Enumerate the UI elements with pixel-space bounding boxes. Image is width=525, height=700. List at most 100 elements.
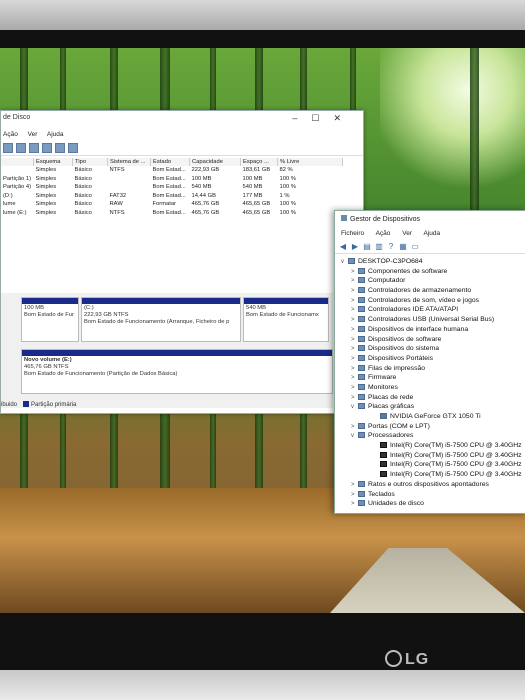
col-layout[interactable]: Esquema (33, 158, 73, 166)
properties-icon[interactable]: ▦ (399, 242, 407, 251)
view-icon[interactable]: ▤ (363, 242, 371, 251)
tree-label: Teclados (368, 490, 395, 498)
col-filesystem[interactable]: Sistema de ... (107, 158, 151, 166)
ide-icon (358, 306, 365, 313)
col-free-space[interactable]: Espaço ... (240, 158, 278, 166)
col-volume[interactable] (1, 158, 34, 166)
port-icon (358, 422, 365, 429)
mouse-icon (358, 480, 365, 487)
tree-label: Componentes de software (368, 267, 448, 275)
list-icon[interactable]: ▥ (375, 242, 383, 251)
refresh-icon[interactable] (55, 143, 65, 153)
tree-device[interactable]: NVIDIA GeForce GTX 1050 Ti (335, 412, 525, 422)
back-icon[interactable] (3, 143, 13, 153)
hid-icon (358, 325, 365, 332)
tree-category[interactable]: > Controladores de som, vídeo e jogos (335, 296, 525, 306)
tree-category[interactable]: > Placas de rede (335, 393, 525, 403)
menu-ajuda[interactable]: Ajuda (423, 230, 440, 237)
cell: 100 % (279, 201, 296, 208)
cell: Básico (74, 201, 92, 208)
properties-icon[interactable] (29, 143, 39, 153)
tree-label: Controladores de armazenamento (368, 287, 472, 295)
tree-category[interactable]: > Filas de impressão (335, 364, 525, 374)
tree-device[interactable]: Intel(R) Core(TM) i5-7500 CPU @ 3.40GHz (335, 460, 525, 470)
device-manager-titlebar[interactable]: Gestor de Dispositivos (335, 211, 525, 227)
partition-status: Bom Estado de Fur (24, 312, 74, 318)
help-icon[interactable]: ? (387, 242, 395, 251)
table-row[interactable]: Partição 4) Simples Básico Bom Estad... 540 … (1, 183, 343, 192)
device-manager-window[interactable]: Gestor de Dispositivos Ficheiro Ação Ver… (334, 210, 525, 514)
tree-device[interactable]: Intel(R) Core(TM) i5-7500 CPU @ 3.40GHz (335, 451, 525, 461)
menu-acao[interactable]: Ação (3, 131, 18, 138)
monitor-stand-area (0, 670, 525, 700)
tree-category[interactable]: v Processadores (335, 431, 525, 441)
lg-logo-icon (385, 650, 402, 667)
table-row[interactable]: lume (E:) Simples Básico NTFS Bom Estad... 46… (1, 209, 343, 218)
cell: 465,76 GB (191, 209, 220, 216)
disk-1-row: Novo volume (E:) 465,76 GB NTFS Bom Estado… (1, 349, 333, 397)
menu-ajuda[interactable]: Ajuda (47, 131, 64, 138)
menu-ver[interactable]: Ver (402, 230, 412, 237)
cell: Simples (35, 201, 57, 208)
table-row[interactable]: lume Simples Básico RAW Formatar 465,76 GB 465… (1, 200, 343, 209)
col-type[interactable]: Tipo (72, 158, 108, 166)
tree-category[interactable]: > Controladores USB (Universal Serial Bus… (335, 315, 525, 325)
forward-icon[interactable]: ▶ (351, 242, 359, 251)
disk-management-titlebar[interactable]: de Disco –☐✕ (1, 111, 363, 131)
table-row[interactable]: Partição 1) Simples Básico Bom Estad... 100 … (1, 175, 343, 184)
cell: 465,65 GB (242, 209, 271, 216)
tree-category[interactable]: > Controladores de armazenamento (335, 286, 525, 296)
tree-category[interactable]: > Firmware (335, 373, 525, 383)
partition-block[interactable]: 540 MB Bom Estado de Funcionamx (243, 297, 329, 342)
monitor-icon[interactable]: ▭ (411, 242, 419, 251)
tree-category[interactable]: > Monitores (335, 383, 525, 393)
tree-category[interactable]: > Unidades de disco (335, 499, 525, 509)
cell: 177 MB (242, 192, 263, 199)
tree-category[interactable]: > Dispositivos de interface humana (335, 325, 525, 335)
settings-icon[interactable] (68, 143, 78, 153)
cell: Simples (35, 184, 57, 191)
tree-label: Placas de rede (368, 393, 414, 401)
tree-root[interactable]: v DESKTOP-C3PO684 (335, 257, 525, 267)
help-icon[interactable] (42, 143, 52, 153)
system-device-icon (358, 345, 365, 352)
disk-graphical-view: 100 MB Bom Estado de Fur (C:) 222,93 GB NT… (1, 293, 333, 408)
tree-category[interactable]: > Dispositivos Portáteis (335, 354, 525, 364)
tree-device[interactable]: Intel(R) Core(TM) i5-7500 CPU @ 3.40GHz (335, 441, 525, 451)
tree-device[interactable]: Intel(R) Core(TM) i5-7500 CPU @ 3.40GHz (335, 470, 525, 480)
col-capacity[interactable]: Capacidade (189, 158, 241, 166)
table-row[interactable]: Simples Básico NTFS Bom Estad... 222,93 GB 18… (1, 166, 343, 175)
tree-category[interactable]: > Ratos e outros dispositivos apontadores (335, 480, 525, 490)
menu-acao[interactable]: Ação (376, 230, 391, 237)
disk-management-window[interactable]: de Disco –☐✕ Ação Ver Ajuda Esquema Tipo… (0, 110, 364, 414)
table-row[interactable]: (D:) Simples Básico FAT32 Bom Estad... 14,44 … (1, 192, 343, 201)
cell: lume (E:) (3, 209, 27, 216)
menu-ver[interactable]: Ver (28, 131, 38, 138)
window-controls[interactable]: –☐✕ (292, 113, 355, 124)
tree-category[interactable]: > Dispositivos de software (335, 335, 525, 345)
brand-label: LG (405, 651, 430, 668)
tree-category[interactable]: > Portas (COM e LPT) (335, 422, 525, 432)
partition-block[interactable]: 100 MB Bom Estado de Fur (21, 297, 79, 342)
tree-category[interactable]: v Placas gráficas (335, 402, 525, 412)
sound-icon (358, 296, 365, 303)
monitor-icon (358, 383, 365, 390)
forward-icon[interactable] (16, 143, 26, 153)
partition-block-c[interactable]: (C:) 222,93 GB NTFS Bom Estado de Funciona… (81, 297, 241, 342)
tree-category[interactable]: > Teclados (335, 490, 525, 500)
expand-icon[interactable]: > (351, 500, 358, 510)
tree-label: Unidades de disco (368, 500, 424, 508)
menu-ficheiro[interactable]: Ficheiro (341, 230, 364, 237)
tree-category[interactable]: > Controladores IDE ATA/ATAPI (335, 305, 525, 315)
tree-category[interactable]: > Componentes de software (335, 267, 525, 277)
cell (108, 183, 151, 192)
partition-block-e[interactable]: Novo volume (E:) 465,76 GB NTFS Bom Estado… (21, 349, 333, 394)
col-percent-free[interactable]: % Livre (277, 158, 343, 166)
tree-category[interactable]: > Dispositivos do sistema (335, 344, 525, 354)
tree-label: Filas de impressão (368, 364, 426, 372)
back-icon[interactable]: ◀ (339, 242, 347, 251)
tree-category[interactable]: > Computador (335, 276, 525, 286)
cell: 222,93 GB (191, 167, 220, 174)
cell: Simples (35, 167, 57, 174)
col-status[interactable]: Estado (150, 158, 190, 166)
